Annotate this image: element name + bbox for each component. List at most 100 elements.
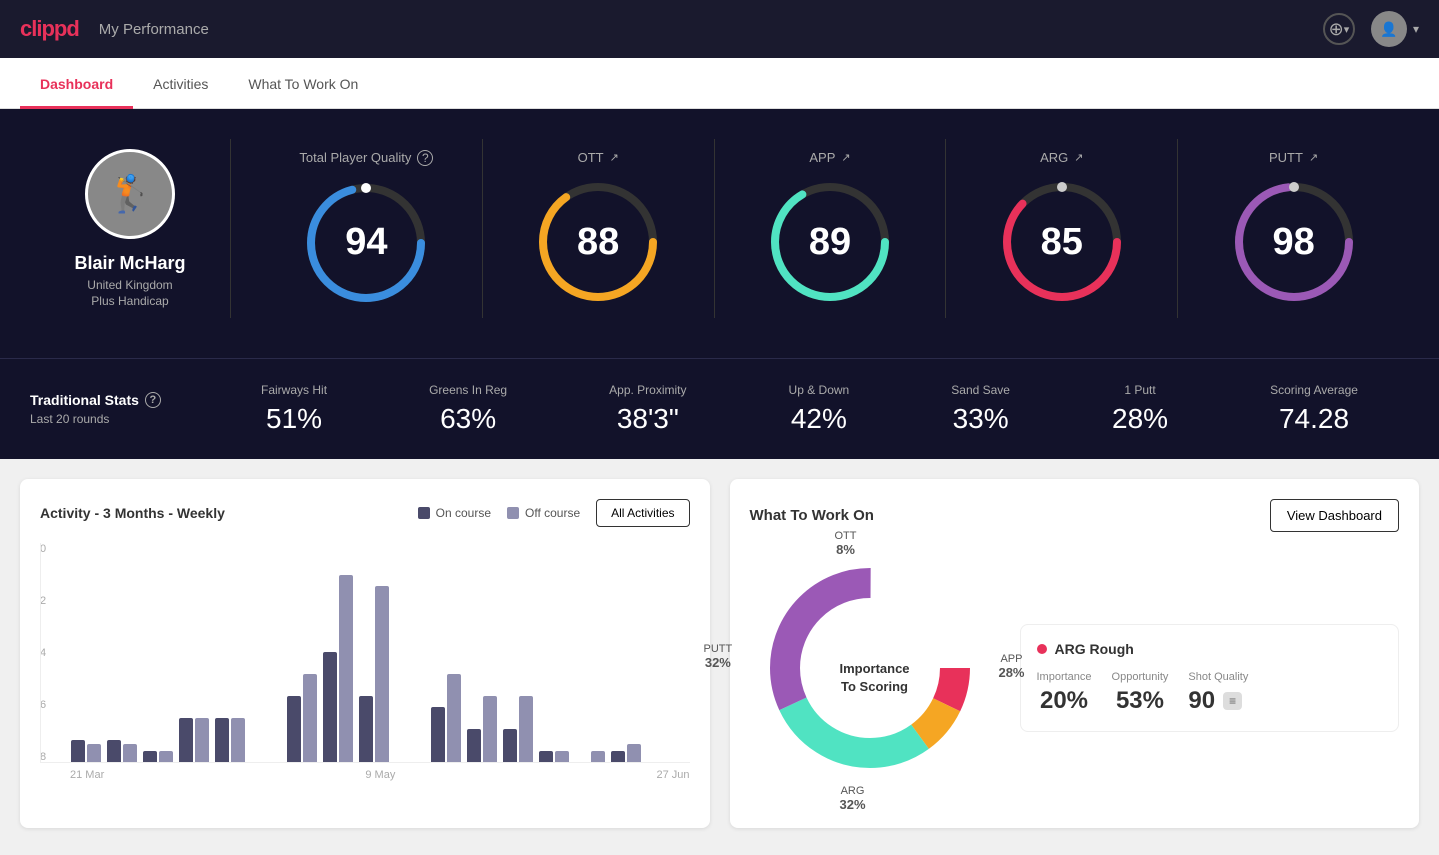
arg-score-circle: 85	[997, 177, 1127, 307]
legend-offcourse-dot	[507, 507, 519, 519]
bar-offcourse-13	[555, 751, 569, 762]
info-card-dot	[1037, 644, 1047, 654]
x-label-jun: 27 Jun	[656, 769, 689, 781]
bar-oncourse-2	[143, 751, 157, 762]
header-right: ⊕ ▾ 👤 ▾	[1323, 11, 1419, 47]
stat-updown-value: 42%	[789, 403, 850, 435]
logo: clippd	[20, 16, 79, 42]
ott-trend-icon: ↗	[610, 151, 619, 164]
app-score-section: APP ↗ 89	[715, 139, 947, 318]
bar-chart: 8 6 4 2 0 21 Mar 9 May 27 Jun	[40, 543, 690, 803]
stat-fairways: Fairways Hit 51%	[261, 383, 327, 435]
stat-sandsave: Sand Save 33%	[951, 383, 1010, 435]
legend-offcourse-label: Off course	[525, 506, 580, 520]
tab-dashboard[interactable]: Dashboard	[20, 58, 133, 109]
wtwo-panel: What To Work On View Dashboard	[730, 479, 1420, 828]
wtwo-header: What To Work On View Dashboard	[750, 499, 1400, 532]
stat-proximity: App. Proximity 38'3"	[609, 383, 686, 435]
view-dashboard-button[interactable]: View Dashboard	[1270, 499, 1399, 532]
bar-oncourse-12	[503, 729, 517, 762]
main-content: Activity - 3 Months - Weekly On course O…	[0, 459, 1439, 848]
donut-label-arg: ARG 32%	[840, 785, 866, 812]
shotquality-value-row: 90 ≡	[1188, 687, 1248, 715]
putt-score-circle: 98	[1229, 177, 1359, 307]
x-label-mar: 21 Mar	[70, 769, 104, 781]
stats-subtitle: Last 20 rounds	[30, 412, 210, 426]
bar-group-2	[143, 751, 173, 762]
nav-tabs: Dashboard Activities What To Work On	[0, 58, 1439, 109]
bar-group-15	[611, 744, 641, 762]
bar-offcourse-1	[123, 744, 137, 762]
bar-group-11	[467, 696, 497, 762]
info-card-title-text: ARG Rough	[1055, 641, 1134, 657]
stat-scoring-value: 74.28	[1270, 403, 1358, 435]
ott-pct: 8%	[836, 542, 855, 557]
arg-score-value: 85	[1041, 221, 1083, 264]
stat-greens-value: 63%	[429, 403, 507, 435]
add-dropdown-icon: ▾	[1344, 23, 1350, 36]
stat-proximity-value: 38'3"	[609, 403, 686, 435]
putt-trend-icon: ↗	[1309, 151, 1318, 164]
app-score-label: APP ↗	[809, 150, 850, 165]
quality-badge: ≡	[1223, 692, 1242, 710]
ott-score-circle: 88	[533, 177, 663, 307]
bar-group-0	[71, 740, 101, 762]
activity-title: Activity - 3 Months - Weekly	[40, 505, 225, 521]
header-title: My Performance	[99, 21, 209, 38]
donut-wrapper: ImportanceTo Scoring OTT 8% APP 28%	[750, 548, 1000, 808]
stat-proximity-label: App. Proximity	[609, 383, 686, 397]
putt-score-section: PUTT ↗ 98	[1178, 139, 1409, 318]
total-score-circle: 94	[301, 178, 431, 308]
tab-activities[interactable]: Activities	[133, 58, 228, 109]
donut-dots: OTT 8% APP 28% ARG 32% PUTT	[750, 548, 990, 788]
arg-pct: 32%	[840, 797, 866, 812]
header-left: clippd My Performance	[20, 16, 209, 42]
bar-offcourse-7	[339, 575, 353, 762]
hero-section: 🏌️ Blair McHarg United Kingdom Plus Hand…	[0, 109, 1439, 358]
donut-label-putt: PUTT 32%	[704, 643, 733, 670]
stat-items: Fairways Hit 51% Greens In Reg 63% App. …	[210, 383, 1409, 435]
stats-info-icon[interactable]: ?	[145, 392, 161, 408]
info-metric-opportunity: Opportunity 53%	[1112, 671, 1169, 715]
bar-offcourse-10	[447, 674, 461, 762]
shotquality-label: Shot Quality	[1188, 671, 1248, 683]
tab-what-to-work-on[interactable]: What To Work On	[228, 58, 378, 109]
arg-trend-icon: ↗	[1074, 151, 1083, 164]
app-pct: 28%	[998, 665, 1024, 680]
stat-greens: Greens In Reg 63%	[429, 383, 507, 435]
shotquality-value: 90	[1188, 687, 1215, 715]
activity-panel: Activity - 3 Months - Weekly On course O…	[20, 479, 710, 828]
ott-score-label: OTT ↗	[578, 150, 619, 165]
add-button[interactable]: ⊕ ▾	[1323, 13, 1355, 45]
bar-group-12	[503, 696, 533, 762]
putt-pct: 32%	[705, 655, 731, 670]
app-label: APP	[1000, 653, 1022, 665]
stat-fairways-value: 51%	[261, 403, 327, 435]
bar-chart-inner	[40, 543, 690, 763]
bar-group-3	[179, 718, 209, 762]
bar-offcourse-4	[231, 718, 245, 762]
wtwo-title: What To Work On	[750, 507, 874, 524]
user-menu[interactable]: 👤 ▾	[1371, 11, 1419, 47]
stat-fairways-label: Fairways Hit	[261, 383, 327, 397]
bar-offcourse-3	[195, 718, 209, 762]
stat-sandsave-label: Sand Save	[951, 383, 1010, 397]
bar-group-6	[287, 674, 317, 762]
bar-offcourse-6	[303, 674, 317, 762]
header: clippd My Performance ⊕ ▾ 👤 ▾	[0, 0, 1439, 58]
player-avatar: 🏌️	[85, 149, 175, 239]
stat-oneputt-value: 28%	[1112, 403, 1168, 435]
total-info-icon[interactable]: ?	[417, 150, 433, 166]
putt-score-label: PUTT ↗	[1269, 150, 1318, 165]
app-score-circle: 89	[765, 177, 895, 307]
info-metric-shotquality: Shot Quality 90 ≡	[1188, 671, 1248, 715]
all-activities-button[interactable]: All Activities	[596, 499, 689, 527]
bar-oncourse-15	[611, 751, 625, 762]
opportunity-label: Opportunity	[1112, 671, 1169, 683]
stats-label-block: Traditional Stats ? Last 20 rounds	[30, 392, 210, 426]
arg-label: ARG	[841, 785, 865, 797]
info-metric-importance: Importance 20%	[1037, 671, 1092, 715]
legend-oncourse-dot	[418, 507, 430, 519]
bar-offcourse-14	[591, 751, 605, 762]
stat-updown: Up & Down 42%	[789, 383, 850, 435]
